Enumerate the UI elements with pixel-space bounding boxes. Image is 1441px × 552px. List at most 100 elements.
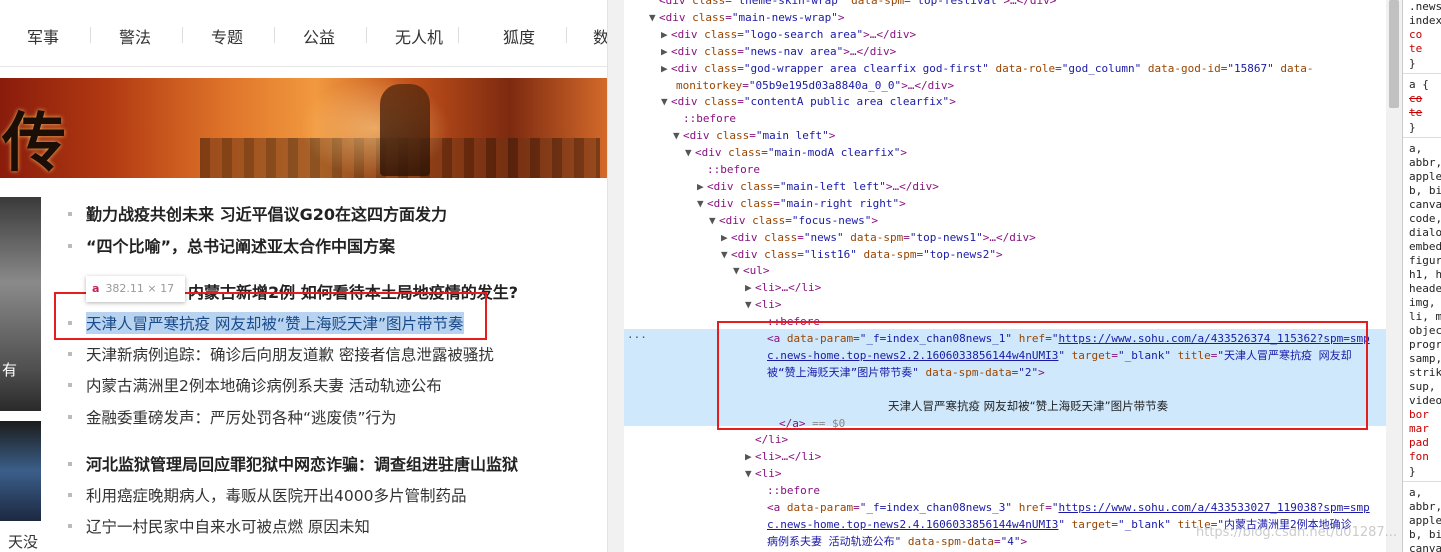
nav-item[interactable]: 军事 bbox=[27, 24, 59, 48]
style-rule-line[interactable]: video bbox=[1409, 394, 1441, 408]
news-headline-link[interactable]: 辽宁一村民家中自来水可被点燃 原因未知 bbox=[86, 515, 370, 537]
style-rule-line[interactable]: abbr, bbox=[1409, 156, 1441, 170]
news-item[interactable]: 金融委重磅发声：严厉处罚各种“逃废债”行为 bbox=[68, 406, 397, 430]
style-rule-line[interactable]: code, bbox=[1409, 212, 1441, 226]
dom-tree-node[interactable]: ::before bbox=[767, 482, 1386, 499]
style-rule-line[interactable]: } bbox=[1409, 121, 1416, 135]
style-rule-line[interactable]: .news bbox=[1409, 0, 1441, 14]
dom-tree-node[interactable]: ::before bbox=[683, 110, 1386, 127]
dom-tree-node[interactable]: ▶ <li>…</li> bbox=[745, 448, 1386, 465]
collapse-arrow-icon[interactable]: ▼ bbox=[685, 144, 695, 161]
expand-arrow-icon[interactable]: ▶ bbox=[745, 279, 755, 296]
style-rule-line[interactable]: index bbox=[1409, 14, 1441, 28]
dom-tree-node[interactable]: <a data-param="_f=index_chan08news_3" hr… bbox=[767, 499, 1386, 516]
style-rule-line[interactable]: strik bbox=[1409, 366, 1441, 380]
dom-tree-node[interactable]: monitorkey="05b9e195d03a8840a_0_0">…</di… bbox=[676, 77, 1386, 94]
scrollbar-thumb[interactable] bbox=[1389, 0, 1399, 108]
dom-tree-node[interactable]: ▼ <div class="focus-news"> bbox=[709, 212, 1386, 229]
collapse-arrow-icon[interactable]: ▼ bbox=[709, 212, 719, 229]
style-rule-line[interactable]: te bbox=[1409, 106, 1422, 120]
style-rule-line[interactable]: heade bbox=[1409, 282, 1441, 296]
news-item[interactable]: 利用癌症晚期病人，毒贩从医院开出4000多片管制药品 bbox=[68, 484, 466, 508]
style-rule-line[interactable]: h1, h bbox=[1409, 268, 1441, 282]
dom-tree-node[interactable]: ▼ <li> bbox=[745, 465, 1386, 482]
dom-tree-node[interactable]: ▼ <div class="main-news-wrap"> bbox=[649, 9, 1386, 26]
news-item[interactable]: 勤力战疫共创未来 习近平倡议G20在这四方面发力 bbox=[68, 201, 447, 225]
news-headline-link[interactable]: 河北监狱管理局回应罪犯狱中网恋诈骗：调查组进驻唐山监狱 bbox=[86, 451, 518, 475]
news-headline-link[interactable]: 内蒙古满洲里2例本地确诊病例系夫妻 活动轨迹公布 bbox=[86, 374, 442, 396]
news-headline-link[interactable]: “四个比喻”，总书记阐述亚太合作中国方案 bbox=[86, 233, 395, 257]
style-rule-line[interactable]: a { bbox=[1409, 78, 1429, 92]
collapse-arrow-icon[interactable]: ▼ bbox=[661, 93, 671, 110]
collapse-arrow-icon[interactable]: ▼ bbox=[721, 246, 731, 263]
news-item[interactable]: “四个比喻”，总书记阐述亚太合作中国方案 bbox=[68, 233, 395, 257]
style-rule-line[interactable]: img, bbox=[1409, 296, 1436, 310]
news-item[interactable]: 辽宁一村民家中自来水可被点燃 原因未知 bbox=[68, 515, 370, 539]
dom-tree-node[interactable]: ▶ <div class="god-wrapper area clearfix g… bbox=[661, 60, 1386, 77]
nav-item[interactable]: 公益 bbox=[303, 24, 335, 48]
style-rule-line[interactable]: progr bbox=[1409, 338, 1441, 352]
style-rule-line[interactable]: a, bbox=[1409, 142, 1422, 156]
collapse-arrow-icon[interactable]: ▼ bbox=[697, 195, 707, 212]
news-item[interactable]: 河北监狱管理局回应罪犯狱中网恋诈骗：调查组进驻唐山监狱 bbox=[68, 451, 518, 475]
dom-tree-node[interactable]: </li> bbox=[755, 431, 1386, 448]
style-rule-line[interactable]: figur bbox=[1409, 254, 1441, 268]
dom-tree-node[interactable]: ▶ <div class="news-nav area">…</div> bbox=[661, 43, 1386, 60]
dom-tree-node[interactable]: ::before bbox=[707, 161, 1386, 178]
node-actions-icon[interactable]: ··· bbox=[627, 331, 647, 344]
news-headline-link[interactable]: 勤力战疫共创未来 习近平倡议G20在这四方面发力 bbox=[86, 201, 447, 225]
expand-arrow-icon[interactable]: ▶ bbox=[721, 229, 731, 246]
style-rule-line[interactable]: a, bbox=[1409, 486, 1422, 500]
collapse-arrow-icon[interactable]: ▼ bbox=[673, 127, 683, 144]
news-headline-link[interactable]: 天津新病例追踪：确诊后向朋友道歉 密接者信息泄露被骚扰 bbox=[86, 343, 494, 365]
collapse-arrow-icon[interactable]: ▼ bbox=[745, 296, 755, 313]
expand-arrow-icon[interactable]: ▶ bbox=[661, 43, 671, 60]
nav-item[interactable]: 警法 bbox=[119, 24, 151, 48]
news-item[interactable]: 内蒙古满洲里2例本地确诊病例系夫妻 活动轨迹公布 bbox=[68, 374, 442, 398]
dom-tree-node[interactable]: ▼ <div class="contentA public area clearf… bbox=[661, 93, 1386, 110]
style-rule-line[interactable]: mar bbox=[1409, 422, 1429, 436]
dom-tree-node[interactable]: <div class="theme-skin-wrap" data-spm="t… bbox=[659, 0, 1386, 9]
news-item[interactable]: 天津新病例追踪：确诊后向朋友道歉 密接者信息泄露被骚扰 bbox=[68, 343, 494, 367]
style-rule-line[interactable]: abbr, bbox=[1409, 500, 1441, 514]
dom-tree-node[interactable]: ▶ <div class="main-left left">…</div> bbox=[697, 178, 1386, 195]
dom-tree-node[interactable]: ▼ <div class="list16" data-spm="top-news2… bbox=[721, 246, 1386, 263]
style-rule-line[interactable]: co bbox=[1409, 92, 1422, 106]
dom-tree-node[interactable]: ▼ <div class="main left"> bbox=[673, 127, 1386, 144]
collapse-arrow-icon[interactable]: ▼ bbox=[649, 9, 659, 26]
style-rule-line[interactable]: canva bbox=[1409, 542, 1441, 552]
style-rule-line[interactable]: canva bbox=[1409, 198, 1441, 212]
dom-tree-node[interactable]: ▼ <div class="main-right right"> bbox=[697, 195, 1386, 212]
style-rule-line[interactable]: bor bbox=[1409, 408, 1429, 422]
style-rule-line[interactable]: li, m bbox=[1409, 310, 1441, 324]
news-thumbnail[interactable] bbox=[0, 421, 41, 521]
collapse-arrow-icon[interactable]: ▼ bbox=[733, 262, 743, 279]
style-rule-line[interactable]: te bbox=[1409, 42, 1422, 56]
dom-tree-node[interactable]: ▶ <div class="news" data-spm="top-news1">… bbox=[721, 229, 1386, 246]
style-rule-line[interactable]: fon bbox=[1409, 450, 1429, 464]
nav-item[interactable]: 狐度 bbox=[503, 24, 535, 48]
nav-item[interactable]: 专题 bbox=[211, 24, 243, 48]
nav-item[interactable]: 数 bbox=[593, 24, 607, 48]
page-scrollbar[interactable] bbox=[607, 0, 625, 552]
news-thumbnail[interactable]: 有 bbox=[0, 197, 41, 411]
style-rule-line[interactable]: dialo bbox=[1409, 226, 1441, 240]
dom-tree-node[interactable]: ▶ <div class="logo-search area">…</div> bbox=[661, 26, 1386, 43]
style-rule-line[interactable]: } bbox=[1409, 465, 1416, 479]
banner-ad[interactable]: 传 bbox=[0, 78, 607, 178]
style-rule-line[interactable]: co bbox=[1409, 28, 1422, 42]
expand-arrow-icon[interactable]: ▶ bbox=[745, 448, 755, 465]
style-rule-line[interactable]: b, bi bbox=[1409, 528, 1441, 542]
collapse-arrow-icon[interactable]: ▼ bbox=[745, 465, 755, 482]
dom-tree-node[interactable]: ▼ <ul> bbox=[733, 262, 1386, 279]
expand-arrow-icon[interactable]: ▶ bbox=[697, 178, 707, 195]
style-rule-line[interactable]: samp, bbox=[1409, 352, 1441, 366]
dom-tree-node[interactable]: ▼ <div class="main-modA clearfix"> bbox=[685, 144, 1386, 161]
style-rule-line[interactable]: apple bbox=[1409, 170, 1441, 184]
news-headline-link[interactable]: 金融委重磅发声：严厉处罚各种“逃废债”行为 bbox=[86, 406, 397, 428]
dom-tree-node[interactable]: ▶ <li>…</li> bbox=[745, 279, 1386, 296]
style-rule-line[interactable]: b, bi bbox=[1409, 184, 1441, 198]
style-rule-line[interactable]: objec bbox=[1409, 324, 1441, 338]
style-rule-line[interactable]: pad bbox=[1409, 436, 1429, 450]
style-rule-line[interactable]: } bbox=[1409, 57, 1416, 71]
